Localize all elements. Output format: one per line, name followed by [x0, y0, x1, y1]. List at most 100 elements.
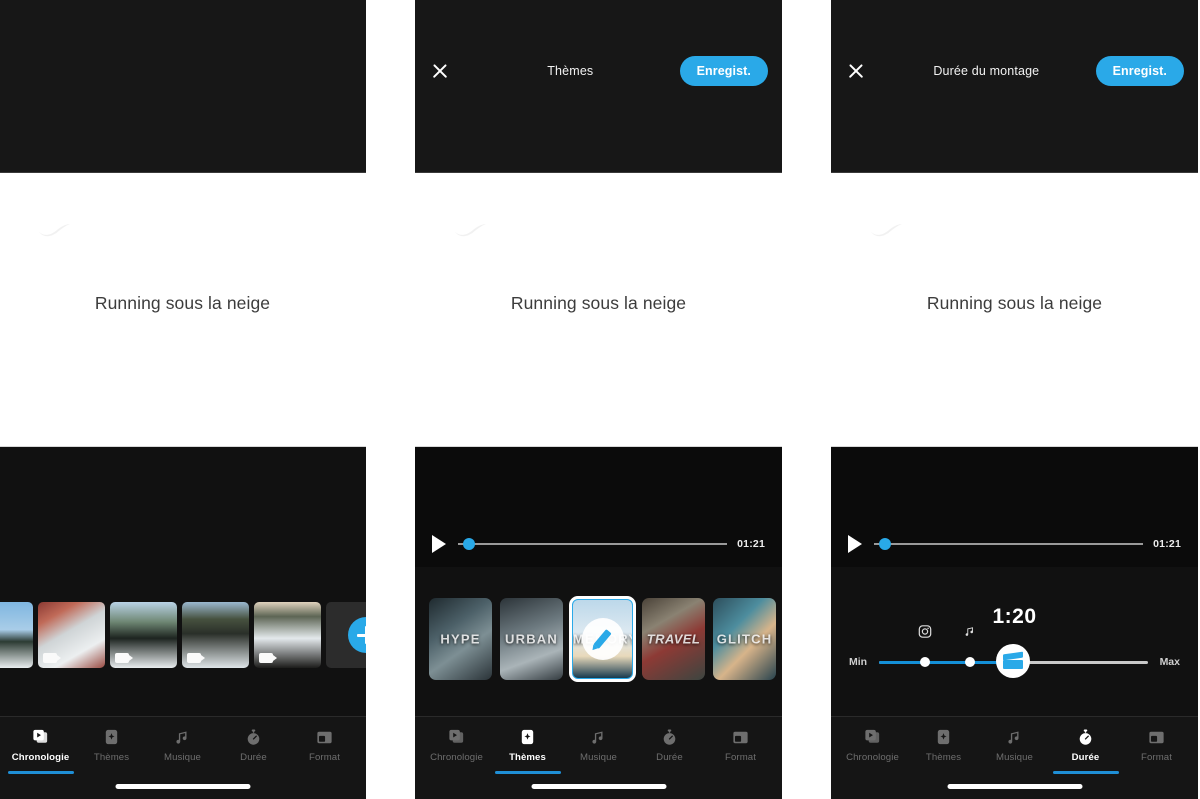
preview-area-themes: Thèmes Enregist. [415, 0, 782, 173]
play-icon[interactable] [848, 535, 862, 553]
aspect-ratio-icon [315, 728, 334, 747]
tab-themes[interactable]: Thèmes [492, 728, 563, 774]
player-controls: 01:21 [831, 531, 1198, 557]
tab-duree[interactable]: Durée [218, 728, 289, 763]
page-title: Running sous la neige [510, 293, 687, 313]
bottom-nav-duration: Chronologie Thèmes Musique Durée Format [831, 716, 1198, 799]
project-info-duration: Running sous la neige [831, 173, 1198, 446]
scrubber-knob[interactable] [463, 538, 476, 550]
tab-musique[interactable]: Musique [147, 728, 218, 763]
duration-min-label: Min [849, 656, 868, 668]
tab-musique[interactable]: Musique [979, 728, 1050, 763]
tab-themes[interactable]: Thèmes [908, 728, 979, 763]
theme-label: GLITCH [716, 631, 773, 647]
duration-control: 1:20 Min Max [831, 587, 1198, 697]
tab-label: Format [1141, 752, 1172, 763]
playback-scrubber[interactable] [458, 537, 728, 551]
duration-slider[interactable] [879, 625, 1148, 679]
save-button[interactable]: Enregist. [679, 56, 768, 86]
instagram-icon [918, 625, 932, 640]
page-title: Running sous la neige [94, 293, 271, 313]
editor-panel-themes: 01:21 HYPE URBAN MEMORY TRAVEL [415, 446, 782, 799]
tab-label: Format [309, 752, 340, 763]
timeline-clip[interactable] [110, 602, 177, 668]
duration-slider-row: Min Max [831, 625, 1198, 679]
video-badge-icon [259, 653, 277, 663]
modal-title: Thèmes [547, 64, 594, 78]
clips-icon [447, 728, 466, 747]
theme-card-glitch[interactable]: GLITCH [713, 598, 776, 680]
music-note-icon [964, 625, 977, 640]
plus-icon[interactable] [348, 617, 366, 653]
close-icon[interactable] [845, 60, 867, 82]
theme-card-urban[interactable]: URBAN [500, 598, 563, 680]
phone-screen-timeline: Running sous la neige Chronologie Thèmes… [0, 0, 366, 799]
bottom-nav-themes: Chronologie Thèmes Musique Durée Format [415, 716, 782, 799]
modal-header-duration: Durée du montage Enregist. [831, 48, 1198, 94]
duration-stop-instagram[interactable] [919, 657, 930, 667]
theme-card-travel[interactable]: TRAVEL [642, 598, 705, 680]
tab-active-indicator [494, 771, 561, 774]
pencil-icon[interactable] [581, 618, 624, 660]
home-indicator [115, 784, 250, 789]
theme-card-hype[interactable]: HYPE [429, 598, 492, 680]
video-badge-icon [187, 653, 205, 663]
page-title: Running sous la neige [926, 293, 1103, 313]
stopwatch-icon [1076, 728, 1095, 747]
tab-themes[interactable]: Thèmes [76, 728, 147, 763]
theme-label: URBAN [505, 631, 558, 647]
tab-label: Musique [580, 752, 617, 763]
video-player-themes: 01:21 [415, 447, 782, 567]
playback-scrubber[interactable] [874, 537, 1144, 551]
tab-musique[interactable]: Musique [563, 728, 634, 763]
timeline-clip[interactable] [254, 602, 321, 668]
themes-carousel[interactable]: HYPE URBAN MEMORY TRAVEL GLITCH [415, 596, 782, 682]
editor-panel-duration: 01:21 1:20 Min Max Chronologie Thèmes Mu… [831, 446, 1198, 799]
scrubber-knob[interactable] [879, 538, 892, 550]
clapperboard-icon [1003, 651, 1024, 669]
tab-label: Chronologie [430, 752, 483, 763]
tab-format[interactable]: Format [705, 728, 776, 763]
music-note-icon [1005, 728, 1024, 747]
preview-area-duration: Durée du montage Enregist. [831, 0, 1198, 173]
tab-label: Chronologie [846, 752, 899, 763]
player-duration: 01:21 [737, 538, 765, 550]
tab-duree[interactable]: Durée [1050, 728, 1121, 774]
tab-chronologie[interactable]: Chronologie [837, 728, 908, 763]
theme-label: TRAVEL [646, 631, 701, 647]
duration-slider-thumb[interactable] [996, 644, 1031, 678]
tab-chronologie[interactable]: Chronologie [421, 728, 492, 763]
project-info-themes: Running sous la neige [415, 173, 782, 446]
tab-label: Chronologie [11, 752, 70, 763]
tab-format[interactable]: Format [1121, 728, 1192, 763]
timeline-clip[interactable] [182, 602, 249, 668]
tab-active-indicator [7, 771, 74, 774]
video-player-duration: 01:21 [831, 447, 1198, 567]
timeline-clip[interactable] [0, 602, 33, 668]
swoosh-icon [39, 224, 70, 237]
duration-stop-music[interactable] [965, 657, 976, 667]
phone-screen-duration: Durée du montage Enregist. Running sous … [831, 0, 1198, 799]
sparkle-card-icon [102, 728, 121, 747]
music-note-icon [173, 728, 192, 747]
screenshot-root: Running sous la neige Chronologie Thèmes… [0, 0, 1200, 799]
theme-card-memory[interactable]: MEMORY [569, 596, 636, 682]
duration-max-label: Max [1159, 656, 1180, 668]
modal-title: Durée du montage [933, 64, 1040, 78]
timeline-clip[interactable] [38, 602, 105, 668]
tab-label: Thèmes [509, 752, 546, 763]
player-duration: 01:21 [1153, 538, 1181, 550]
player-controls: 01:21 [415, 531, 782, 557]
tab-format[interactable]: Format [289, 728, 360, 763]
tab-label: Durée [656, 752, 683, 763]
clip-filmstrip[interactable] [0, 593, 366, 677]
play-icon[interactable] [432, 535, 446, 553]
close-icon[interactable] [429, 60, 451, 82]
tab-label: Thèmes [925, 752, 962, 763]
save-button[interactable]: Enregist. [1095, 56, 1184, 86]
music-note-icon [589, 728, 608, 747]
duration-value: 1:20 [992, 605, 1037, 628]
tab-chronologie[interactable]: Chronologie [5, 728, 76, 774]
tab-active-indicator [1052, 771, 1119, 774]
tab-duree[interactable]: Durée [634, 728, 705, 763]
